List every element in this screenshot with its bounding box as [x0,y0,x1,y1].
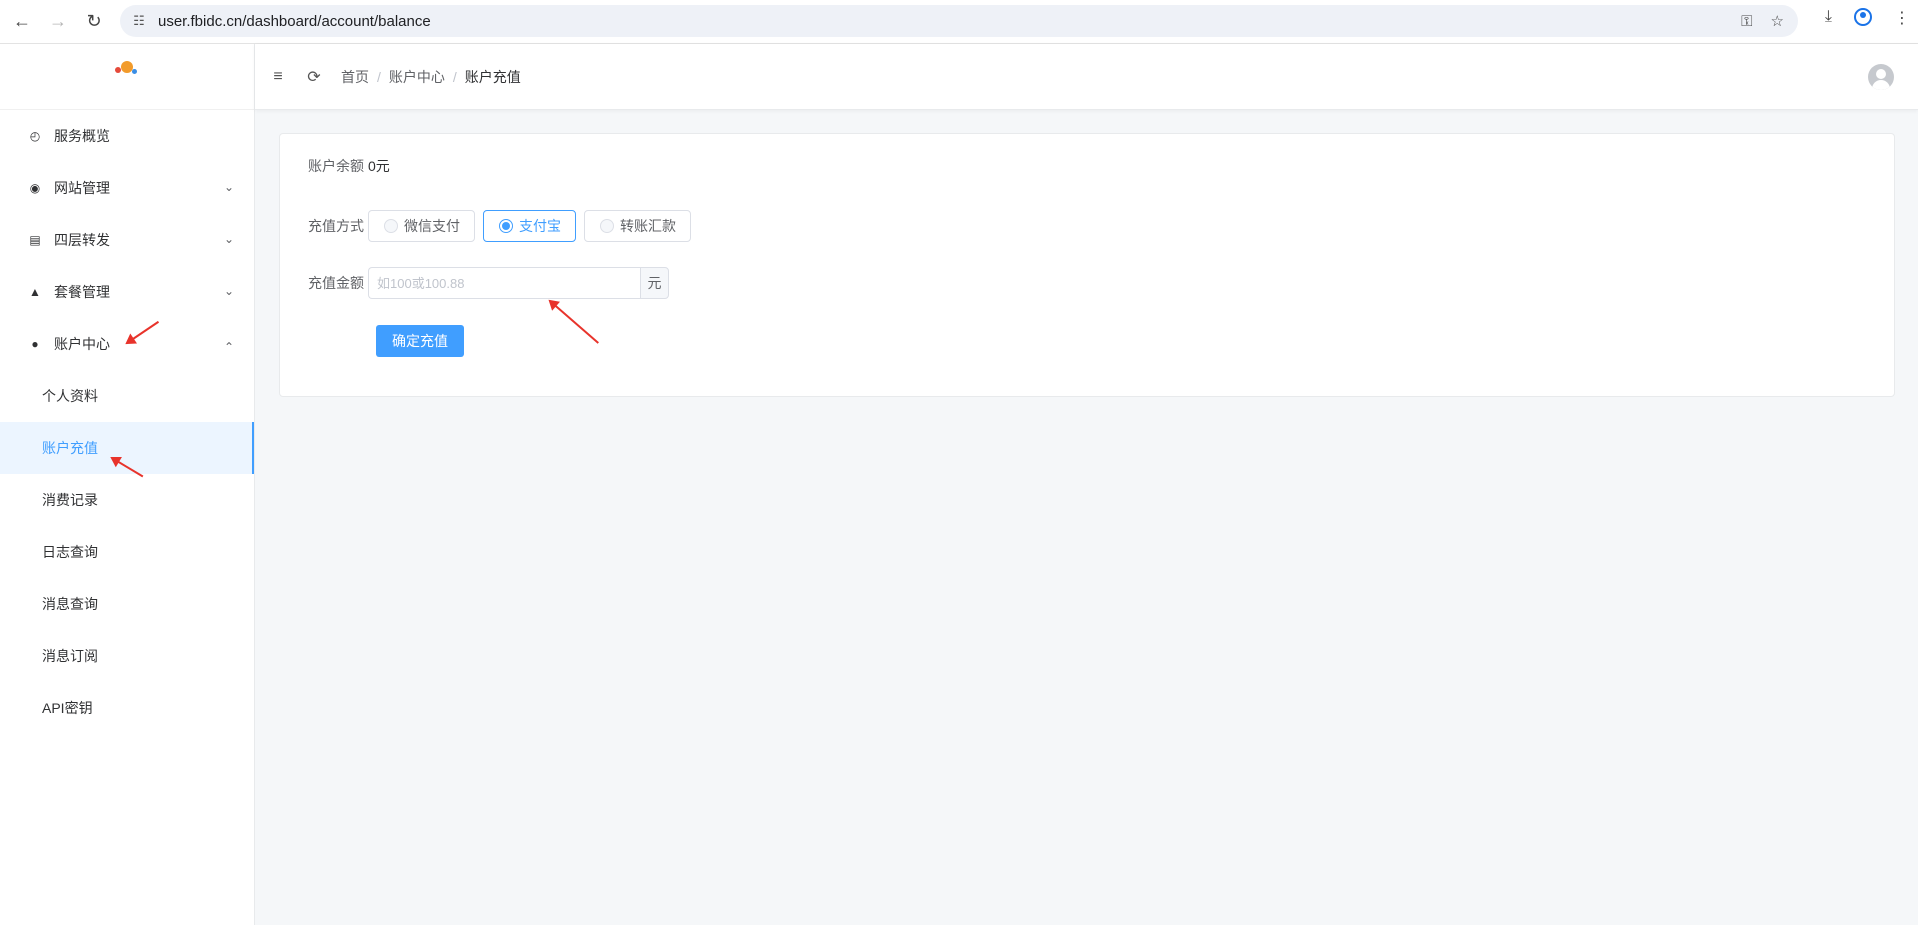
browser-menu-icon[interactable]: ⋮ [1894,8,1910,28]
amount-unit: 元 [640,267,669,299]
site-settings-icon[interactable]: ☷ [128,10,150,32]
sidebar: ◴ 服务概览 ◉ 网站管理 ⌄ ▤ 四层转发 ⌄ ▲ 套餐管理 ⌄ ● 账户中心… [0,44,255,925]
radio-circle-checked-icon [499,219,513,233]
address-bar[interactable]: ☷ user.fbidc.cn/dashboard/account/balanc… [120,5,1798,37]
sidebar-subitem-label: 日志查询 [42,544,98,560]
refresh-icon[interactable]: ⟳ [303,67,325,87]
sidebar-item-label: 网站管理 [54,180,110,196]
method-alipay-radio[interactable]: 支付宝 [483,210,576,242]
breadcrumb-home[interactable]: 首页 [341,67,369,87]
forward-icon: ▤ [29,233,41,247]
amount-row: 充值金额 元 [308,267,669,299]
profile-icon[interactable] [1854,8,1872,26]
top-header: ≡ ⟳ 首页 / 账户中心 / 账户充值 [255,44,1918,110]
dashboard-icon: ◴ [29,129,41,143]
radio-label: 微信支付 [404,218,460,234]
sidebar-subitem-label: 消息查询 [42,596,98,612]
balance-value: 0元 [368,158,390,174]
sidebar-subitem-messages[interactable]: 消息查询 [0,578,254,630]
sidebar-subitem-api-keys[interactable]: API密钥 [0,682,254,734]
confirm-recharge-button[interactable]: 确定充值 [376,325,464,357]
sidebar-subitem-subscriptions[interactable]: 消息订阅 [0,630,254,682]
back-icon[interactable]: ← [8,8,36,36]
sidebar-subitem-label: 账户充值 [42,440,98,456]
download-icon[interactable]: ⤓ [1825,8,1832,28]
amount-label: 充值金额 [308,275,364,291]
balance-row: 账户余额 0元 [308,156,390,176]
amount-input-group: 元 [368,267,669,299]
basket-icon: ▲ [29,285,41,299]
chevron-down-icon: ⌄ [223,232,234,246]
method-wechat-radio[interactable]: 微信支付 [368,210,475,242]
forward-icon[interactable]: → [44,8,72,36]
sidebar-item-website[interactable]: ◉ 网站管理 ⌄ [0,162,254,214]
sidebar-subitem-consumption[interactable]: 消费记录 [0,474,254,526]
logo-area[interactable] [0,44,254,110]
sidebar-item-label: 服务概览 [54,128,110,144]
method-transfer-radio[interactable]: 转账汇款 [584,210,691,242]
collapse-menu-icon[interactable]: ≡ [267,68,289,86]
avatar[interactable] [1868,64,1894,90]
recharge-card: 账户余额 0元 充值方式 微信支付 支付宝 转账汇款 充值金额 元 确定充值 [279,133,1895,397]
balance-label: 账户余额 [308,158,364,174]
breadcrumb-current: 账户充值 [464,68,521,85]
chevron-down-icon: ⌄ [223,284,234,298]
chevron-up-icon: ⌃ [223,340,234,354]
breadcrumb: 首页 / 账户中心 / 账户充值 [341,67,521,87]
submit-row: 确定充值 [376,325,464,357]
user-icon: ● [31,337,39,351]
sidebar-item-label: 账户中心 [54,336,110,352]
password-key-icon[interactable]: ⚿ [1741,13,1752,30]
radio-label: 转账汇款 [620,218,676,234]
breadcrumb-account-center[interactable]: 账户中心 [389,67,445,87]
radio-circle-icon [384,219,398,233]
breadcrumb-separator: / [452,68,457,85]
sidebar-item-package[interactable]: ▲ 套餐管理 ⌄ [0,266,254,318]
sidebar-subitem-label: API密钥 [42,700,93,716]
logo [107,57,147,97]
amount-input[interactable] [368,267,640,299]
method-label: 充值方式 [308,218,364,234]
reload-icon[interactable]: ↻ [80,8,108,36]
radio-label: 支付宝 [519,218,561,234]
sidebar-subitem-label: 消费记录 [42,492,98,508]
sidebar-subitem-label: 个人资料 [42,388,98,404]
sidebar-item-overview[interactable]: ◴ 服务概览 [0,110,254,162]
bookmark-star-icon[interactable]: ☆ [1771,12,1784,30]
radio-circle-icon [600,219,614,233]
sidebar-item-label: 套餐管理 [54,284,110,300]
browser-toolbar: ← → ↻ ☷ user.fbidc.cn/dashboard/account/… [0,0,1918,44]
method-row: 充值方式 微信支付 支付宝 转账汇款 [308,210,699,242]
sidebar-subitem-label: 消息订阅 [42,648,98,664]
globe-icon: ◉ [29,181,41,195]
breadcrumb-separator: / [377,68,381,85]
sidebar-subitem-logs[interactable]: 日志查询 [0,526,254,578]
url-text[interactable]: user.fbidc.cn/dashboard/account/balance [158,13,431,30]
sidebar-item-l4-forward[interactable]: ▤ 四层转发 ⌄ [0,214,254,266]
sidebar-item-label: 四层转发 [54,232,110,248]
chevron-down-icon: ⌄ [223,180,234,194]
sidebar-subitem-profile[interactable]: 个人资料 [0,370,254,422]
